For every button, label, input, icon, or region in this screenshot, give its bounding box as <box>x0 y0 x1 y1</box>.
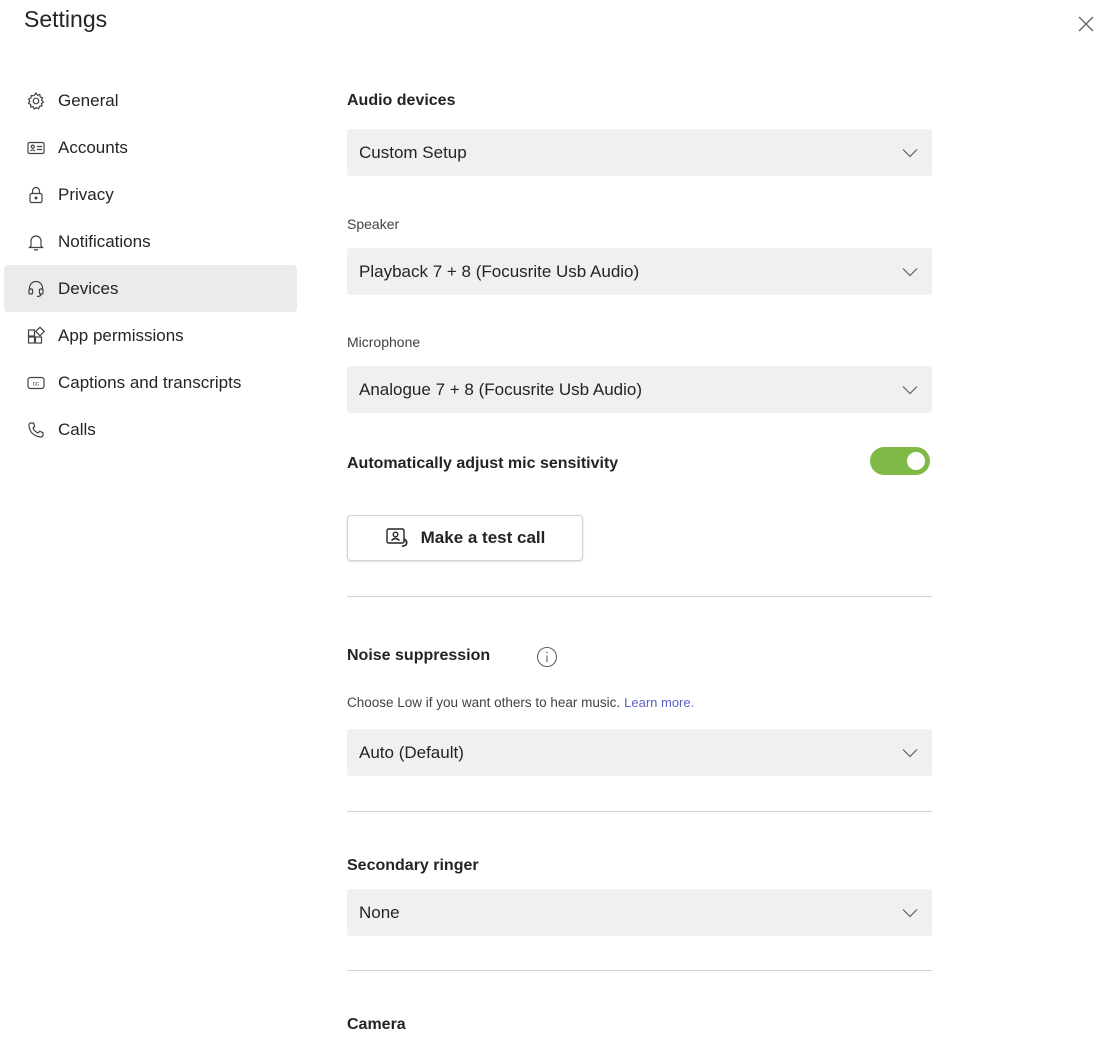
dropdown-value: Auto (Default) <box>359 742 464 762</box>
captions-icon: cc <box>26 373 46 393</box>
audio-devices-heading: Audio devices <box>347 92 456 109</box>
section-divider <box>347 970 932 971</box>
audio-device-dropdown[interactable]: Custom Setup <box>347 129 932 176</box>
dropdown-value: Analogue 7 + 8 (Focusrite Usb Audio) <box>359 379 643 399</box>
dropdown-value: Playback 7 + 8 (Focusrite Usb Audio) <box>359 261 640 281</box>
auto-adjust-label: Automatically adjust mic sensitivity <box>347 455 619 472</box>
settings-sidebar: General Accounts Privacy Notifications D… <box>4 77 297 453</box>
sidebar-item-label: General <box>58 90 119 110</box>
headset-icon <box>26 279 46 299</box>
sidebar-item-label: App permissions <box>58 325 184 345</box>
secondary-ringer-dropdown[interactable]: None <box>347 889 932 936</box>
lock-icon <box>26 185 46 205</box>
learn-more-link[interactable]: Learn more. <box>624 695 694 710</box>
bell-icon <box>26 232 46 252</box>
dropdown-value: Custom Setup <box>359 142 467 162</box>
dialog-title: Settings <box>24 6 108 32</box>
sidebar-item-label: Devices <box>58 278 119 298</box>
close-button[interactable] <box>1068 6 1104 42</box>
close-icon <box>1078 16 1094 32</box>
chevron-down-icon <box>900 380 920 400</box>
dropdown-value: None <box>359 902 400 922</box>
chevron-down-icon <box>900 262 920 282</box>
settings-dialog: Settings General Accounts Privacy Notifi… <box>0 0 1115 1053</box>
info-icon[interactable] <box>536 646 558 668</box>
chevron-down-icon <box>900 743 920 763</box>
microphone-dropdown[interactable]: Analogue 7 + 8 (Focusrite Usb Audio) <box>347 366 932 413</box>
chevron-down-icon <box>900 143 920 163</box>
secondary-ringer-heading: Secondary ringer <box>347 857 479 874</box>
sidebar-item-general[interactable]: General <box>4 77 297 124</box>
sidebar-item-app-permissions[interactable]: App permissions <box>4 312 297 359</box>
sidebar-item-privacy[interactable]: Privacy <box>4 171 297 218</box>
sidebar-item-label: Privacy <box>58 184 114 204</box>
gear-icon <box>26 91 46 111</box>
toggle-knob <box>907 452 925 470</box>
speaker-dropdown[interactable]: Playback 7 + 8 (Focusrite Usb Audio) <box>347 248 932 295</box>
test-call-icon <box>385 527 411 549</box>
test-call-label: Make a test call <box>420 528 546 547</box>
speaker-label: Speaker <box>347 216 400 232</box>
sidebar-item-calls[interactable]: Calls <box>4 406 297 453</box>
sidebar-item-devices[interactable]: Devices <box>4 265 297 312</box>
sidebar-item-notifications[interactable]: Notifications <box>4 218 297 265</box>
sidebar-item-label: Calls <box>58 419 96 439</box>
noise-helper-text: Choose Low if you want others to hear mu… <box>347 695 694 710</box>
camera-heading: Camera <box>347 1016 406 1033</box>
sidebar-item-captions[interactable]: cc Captions and transcripts <box>4 359 297 406</box>
microphone-label: Microphone <box>347 334 421 350</box>
chevron-down-icon <box>900 903 920 923</box>
sidebar-item-label: Notifications <box>58 231 151 251</box>
noise-helper-label: Choose Low if you want others to hear mu… <box>347 695 621 710</box>
auto-adjust-toggle[interactable] <box>870 447 930 475</box>
noise-suppression-heading: Noise suppression <box>347 647 491 664</box>
section-divider <box>347 596 932 597</box>
noise-suppression-dropdown[interactable]: Auto (Default) <box>347 729 932 776</box>
phone-icon <box>26 420 46 440</box>
sidebar-item-accounts[interactable]: Accounts <box>4 124 297 171</box>
apps-icon <box>26 325 46 346</box>
sidebar-item-label: Accounts <box>58 137 128 157</box>
id-card-icon <box>26 138 46 158</box>
svg-text:cc: cc <box>33 380 40 387</box>
make-test-call-button[interactable]: Make a test call <box>347 515 583 561</box>
section-divider <box>347 811 932 812</box>
sidebar-item-label: Captions and transcripts <box>58 372 242 392</box>
